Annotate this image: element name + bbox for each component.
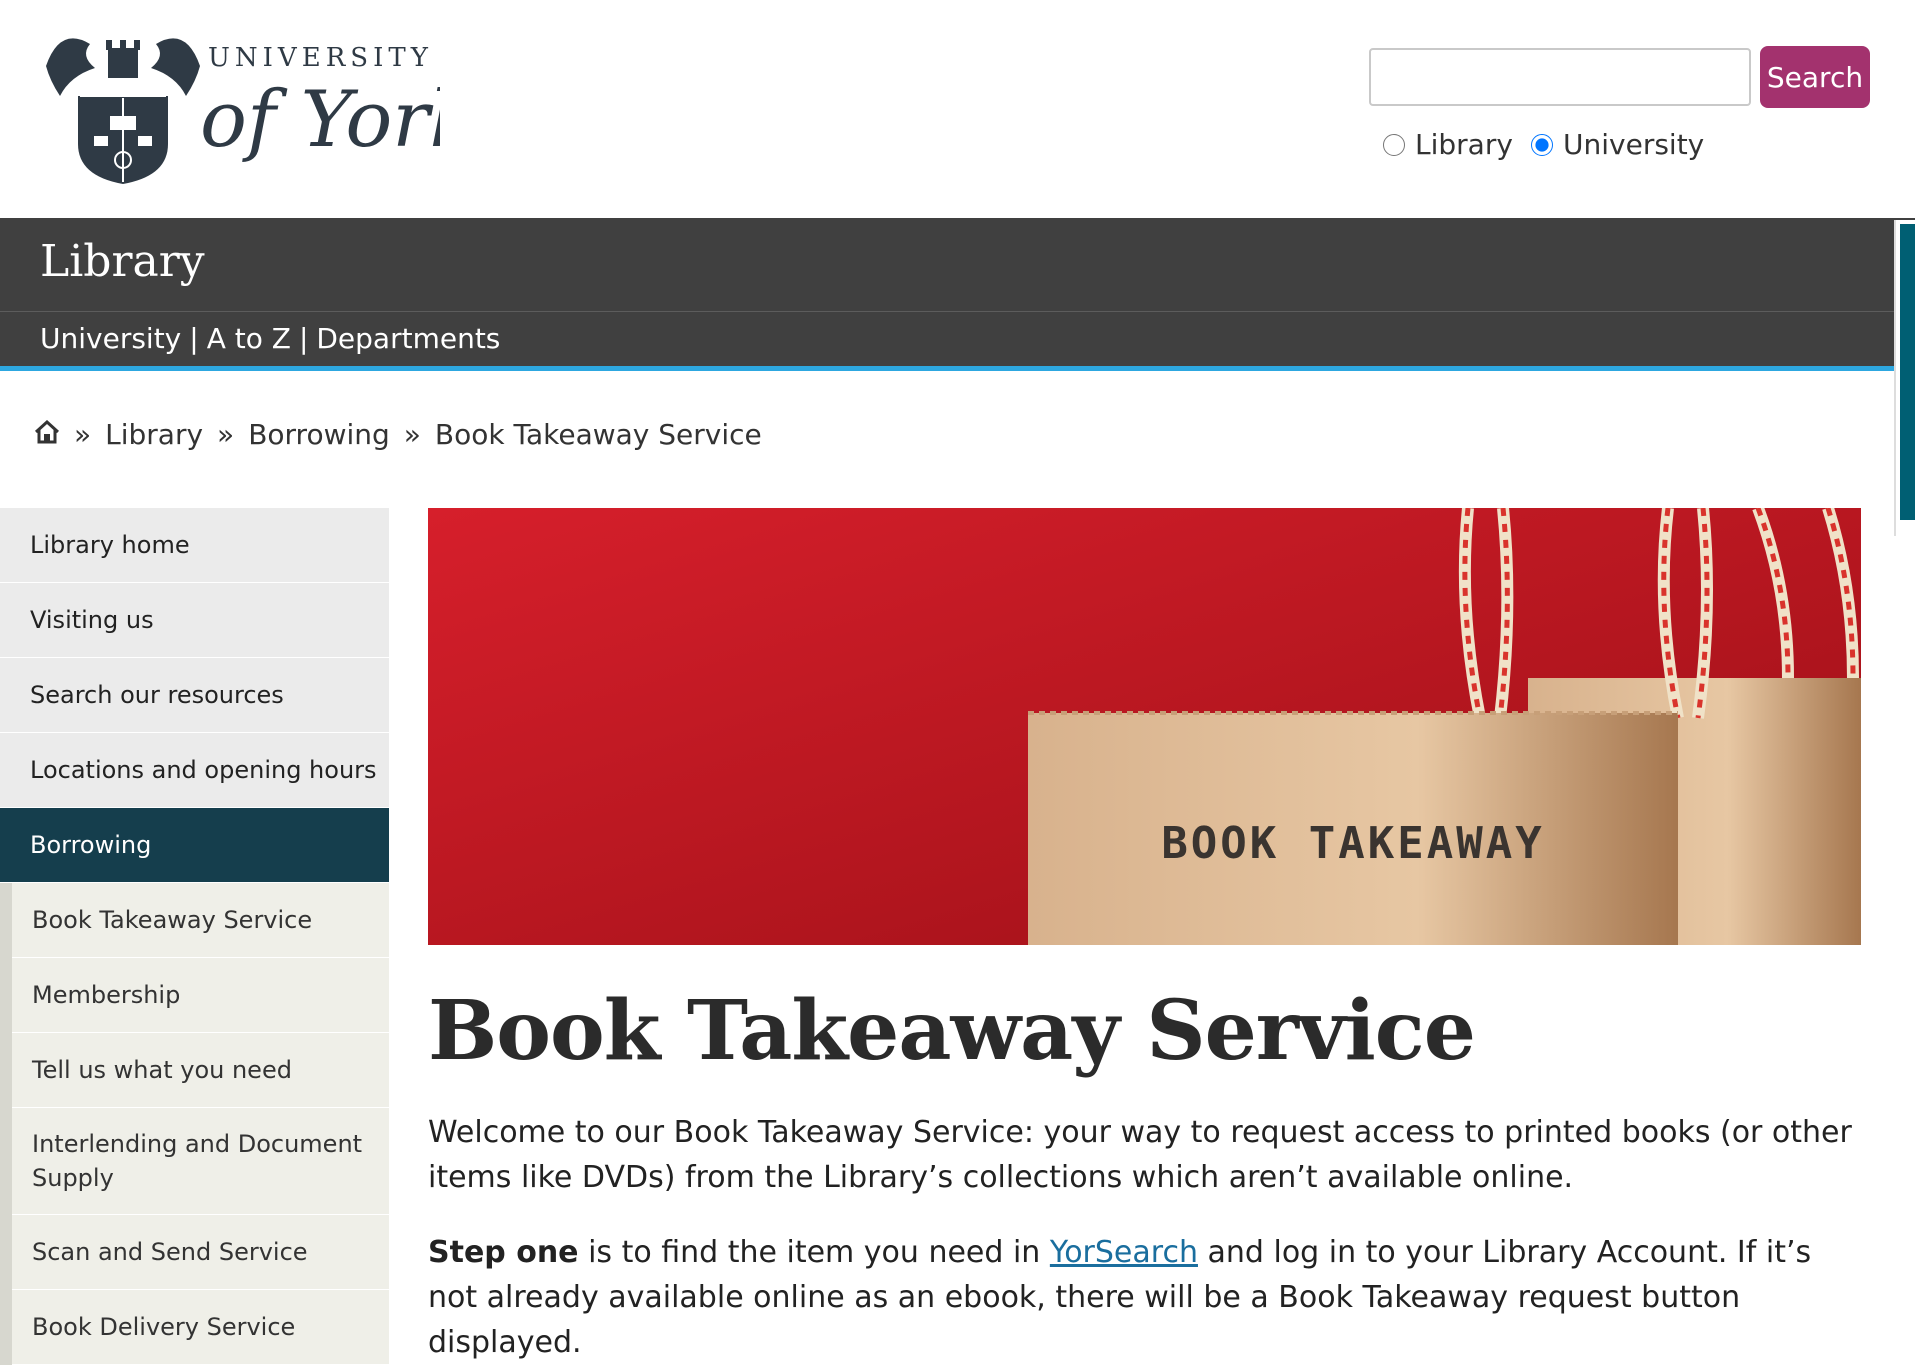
sidebar-subitem-tell-us[interactable]: Tell us what you need [12,1033,389,1108]
site-link-university[interactable]: University [40,322,181,355]
scope-university-label: University [1563,128,1705,161]
scope-library-label: Library [1415,128,1513,161]
page-title: Book Takeaway Service [428,983,1476,1079]
edge-scroll-tab-inner[interactable] [1900,224,1915,520]
sidebar-subitem-membership[interactable]: Membership [12,958,389,1033]
sidebar-item-visiting-us[interactable]: Visiting us [0,583,389,658]
crest-icon [46,38,200,184]
sidebar-subnav: Book Takeaway Service Membership Tell us… [0,883,389,1365]
site-bar-divider [0,311,1915,312]
site-bar-accent-line [0,366,1915,371]
site-link-a-to-z[interactable]: A to Z [207,322,291,355]
search-input[interactable] [1369,48,1751,106]
site-link-separator: | [189,322,199,355]
sidebar-nav: Library home Visiting us Search our reso… [0,508,389,1365]
site-link-separator: | [298,322,309,355]
sidebar-item-locations-hours[interactable]: Locations and opening hours [0,733,389,808]
search-button[interactable]: Search [1760,46,1870,108]
site-link-departments[interactable]: Departments [316,322,500,355]
breadcrumb-library[interactable]: Library [105,418,203,451]
step-one-text-a: is to find the item you need in [578,1235,1050,1270]
site-bar: Library University | A to Z | Department… [0,218,1915,371]
site-title[interactable]: Library [40,236,205,287]
sidebar-subitem-book-takeaway[interactable]: Book Takeaway Service [12,883,389,958]
radio-library[interactable] [1383,133,1405,156]
intro-paragraph: Welcome to our Book Takeaway Service: yo… [428,1115,1852,1195]
site-header: UNIVERSITY of York Search Library Univer… [0,0,1915,218]
sidebar-item-library-home[interactable]: Library home [0,508,389,583]
yorsearch-link[interactable]: YorSearch [1050,1235,1198,1270]
step-one-label: Step one [428,1235,579,1270]
step-one-paragraph: Step one is to find the item you need in… [428,1230,1858,1365]
home-icon[interactable] [34,418,60,451]
logo-text-york: of York [200,75,440,165]
sidebar-item-search-resources[interactable]: Search our resources [0,658,389,733]
sidebar-subitem-scan-send[interactable]: Scan and Send Service [12,1215,389,1290]
breadcrumb-separator: » [403,418,421,451]
hero-image: BOOK TAKEAWAY [428,508,1861,945]
breadcrumb-current: Book Takeaway Service [434,418,762,451]
site-links: University | A to Z | Departments [40,322,500,355]
university-logo[interactable]: UNIVERSITY of York [40,26,440,184]
sidebar-subitem-book-delivery[interactable]: Book Delivery Service [12,1290,389,1365]
scope-university-radio[interactable]: University [1531,128,1704,161]
bag-text: BOOK TAKEAWAY [1161,818,1544,869]
breadcrumb: » Library » Borrowing » Book Takeaway Se… [34,418,762,451]
breadcrumb-separator: » [217,418,235,451]
sidebar-item-borrowing[interactable]: Borrowing [0,808,389,883]
breadcrumb-separator: » [74,418,92,451]
logo-text-university: UNIVERSITY [208,43,433,73]
sidebar-subitem-interlending[interactable]: Interlending and Document Supply [12,1108,389,1215]
scope-library-radio[interactable]: Library [1383,128,1513,161]
radio-university[interactable] [1531,133,1553,156]
breadcrumb-borrowing[interactable]: Borrowing [248,418,390,451]
